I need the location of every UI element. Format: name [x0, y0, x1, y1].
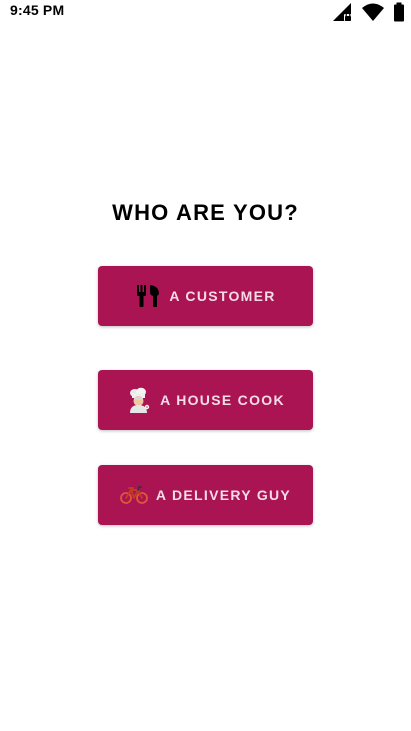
customer-button-label: A CUSTOMER [169, 288, 276, 304]
wifi-icon [361, 2, 385, 22]
house-cook-button-label: A HOUSE COOK [160, 392, 285, 408]
delivery-guy-button[interactable]: A DELIVERY GUY [98, 465, 313, 525]
signal-icon [331, 2, 353, 22]
fork-knife-icon [135, 284, 161, 308]
chef-icon [126, 387, 152, 413]
status-time: 9:45 PM [10, 2, 65, 18]
delivery-guy-button-label: A DELIVERY GUY [155, 487, 292, 503]
page-title: WHO ARE YOU? [112, 200, 299, 225]
bicycle-icon [120, 485, 148, 505]
status-icons [331, 2, 405, 22]
house-cook-button[interactable]: A HOUSE COOK [98, 370, 313, 430]
status-bar: 9:45 PM [0, 0, 411, 24]
customer-button[interactable]: A CUSTOMER [98, 266, 313, 326]
battery-icon [393, 2, 405, 22]
